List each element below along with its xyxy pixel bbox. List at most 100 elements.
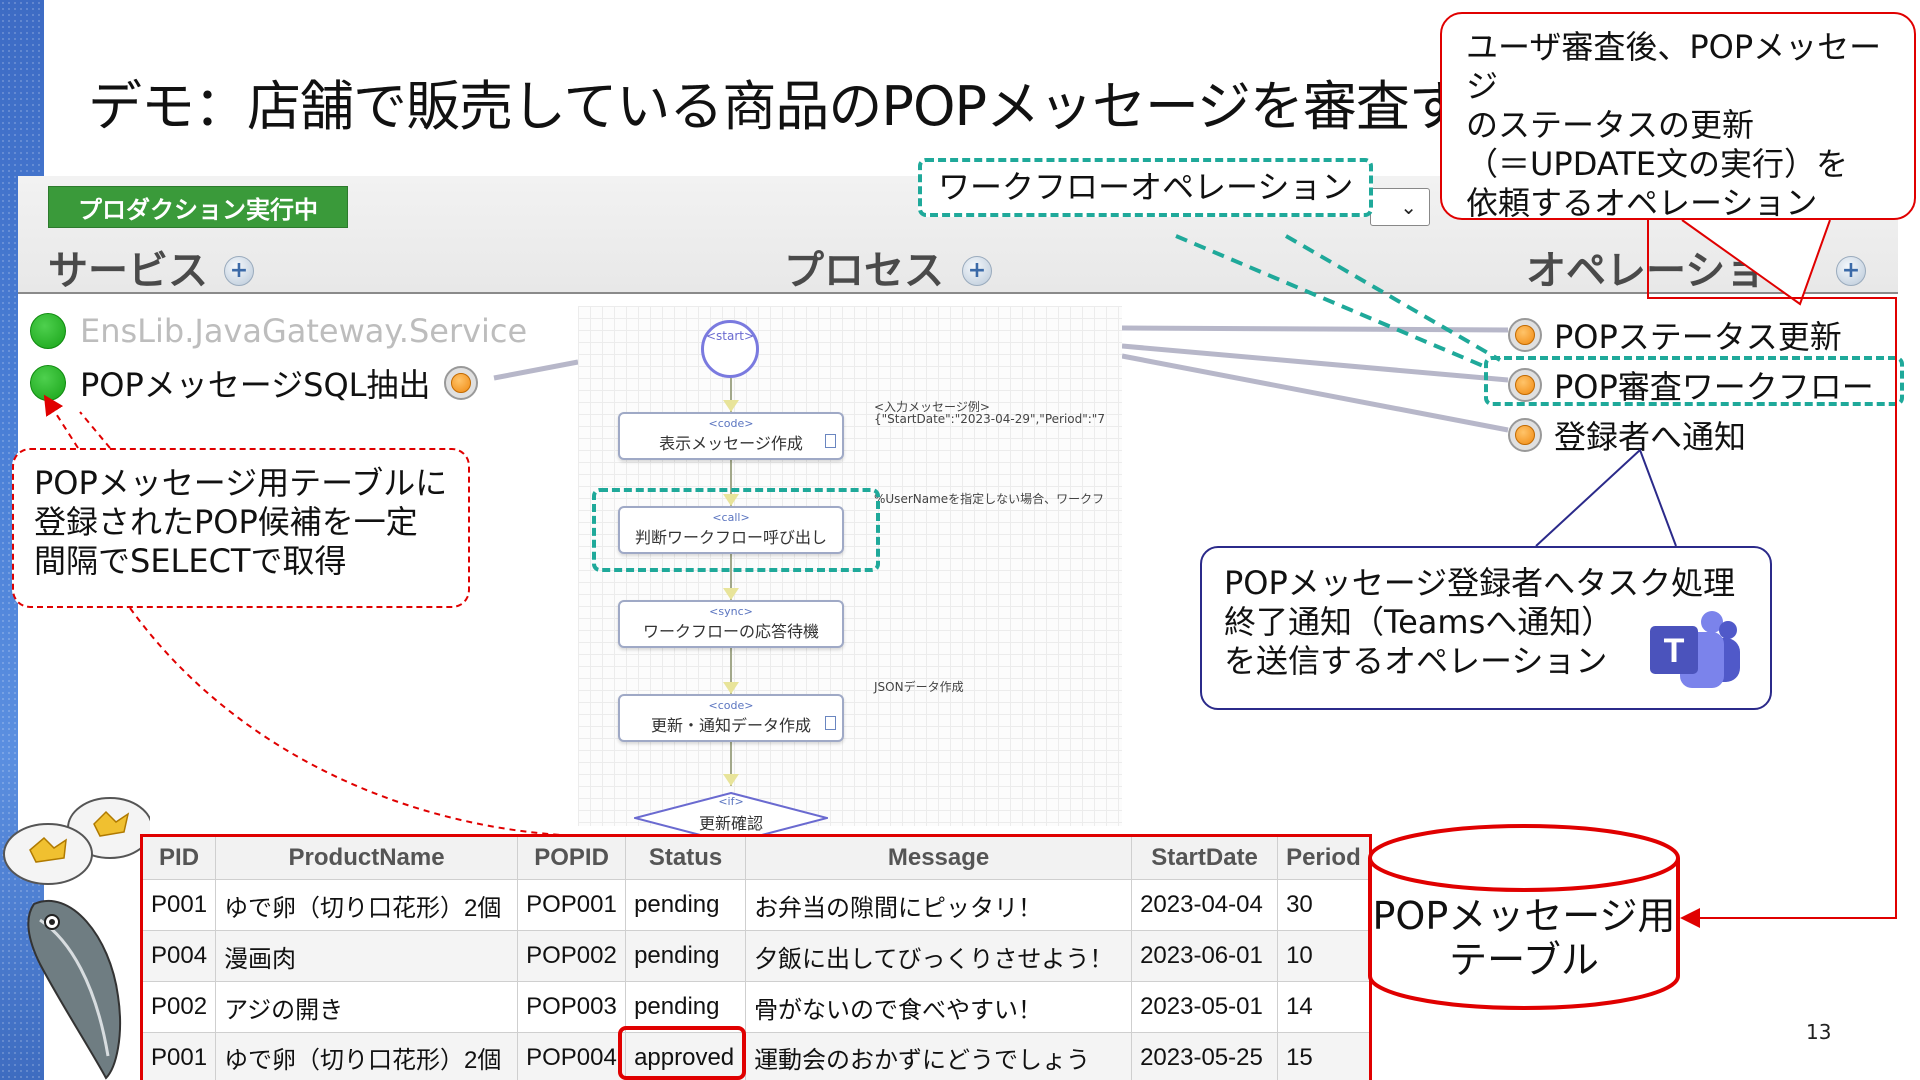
bpl-start-node[interactable]: <start>: [701, 320, 759, 378]
callout-line: 登録されたPOP候補を一定: [34, 503, 418, 541]
table-row: P001 ゆで卵（切り口花形）2個 POP001 pending お弁当の隙間に…: [140, 879, 1371, 931]
table-row: P004 漫画肉 POP002 pending 夕飯に出してびっくりさせよう！ …: [140, 930, 1371, 982]
callout-line: のステータスの更新: [1466, 106, 1755, 144]
document-icon: [825, 716, 836, 730]
workflow-operation-callout: ワークフローオペレーション: [918, 158, 1374, 217]
chevron-down-icon: ⌄: [1400, 195, 1417, 219]
callout-line: （＝UPDATE文の実行）を: [1466, 145, 1848, 183]
flow-arrow-icon: [723, 774, 739, 786]
service-label: EnsLib.JavaGateway.Service: [80, 312, 528, 350]
table-cell: P001: [140, 879, 217, 931]
table-cell: 2023-06-01: [1131, 930, 1279, 982]
callout-text: ワークフローオペレーション: [938, 168, 1354, 206]
callout-line: POPメッセージ登録者へタスク処理: [1224, 564, 1736, 602]
column-header: POPID: [517, 835, 627, 880]
table-cell: ゆで卵（切り口花形）2個: [215, 879, 519, 931]
table-cell: pending: [625, 981, 747, 1033]
service-item-pop-sql[interactable]: POPメッセージSQL抽出: [30, 360, 479, 406]
step-type: <if>: [718, 795, 744, 808]
service-label: POPメッセージSQL抽出: [80, 366, 431, 404]
step-type: <sync>: [709, 605, 753, 618]
add-process-button[interactable]: +: [962, 256, 992, 286]
service-item-javagateway[interactable]: EnsLib.JavaGateway.Service: [30, 312, 527, 350]
step-label: 表示メッセージ作成: [659, 434, 803, 453]
enabled-status-icon: [30, 365, 66, 401]
processes-column-title: プロセス: [784, 248, 944, 294]
document-icon: [825, 434, 836, 448]
operation-label: 登録者へ通知: [1554, 418, 1747, 456]
table-cell: POP001: [517, 879, 627, 931]
step-label: ワークフローの応答待機: [642, 622, 819, 641]
table-cell: 運動会のおかずにどうでしょう: [745, 1032, 1133, 1080]
table-cell: 10: [1277, 930, 1371, 982]
table-cell: P002: [140, 981, 217, 1033]
table-cell: 2023-04-04: [1131, 879, 1279, 931]
operations-column-title: オペレーショ: [1526, 248, 1766, 294]
database-label: POPメッセージ用 テーブル: [1366, 894, 1682, 982]
teams-logo-icon: T: [1646, 600, 1742, 696]
operation-label: POPステータス更新: [1554, 318, 1842, 356]
production-status-badge: プロダクション実行中: [48, 186, 348, 228]
operation-item-status-update[interactable]: POPステータス更新: [1508, 312, 1842, 358]
table-cell: pending: [625, 930, 747, 982]
database-table-cylinder: POPメッセージ用 テーブル: [1366, 822, 1682, 1012]
callout-line: 間隔でSELECTで取得: [34, 542, 347, 580]
bpl-step-code-update-notify[interactable]: <code> 更新・通知データ作成: [618, 694, 844, 742]
table-cell: POP003: [517, 981, 627, 1033]
step-label: 更新確認: [698, 814, 763, 833]
update-request-callout: ユーザ審査後、POPメッセージ のステータスの更新 （＝UPDATE文の実行）を…: [1440, 12, 1916, 222]
boiled-egg-illustration: [0, 770, 153, 1080]
column-header: Period: [1277, 835, 1371, 880]
table-cell: 14: [1277, 981, 1371, 1033]
operation-port-icon: [1508, 418, 1542, 452]
bpl-step-sync-wait[interactable]: <sync> ワークフローの応答待機: [618, 600, 844, 648]
category-select[interactable]: ⌄: [1370, 188, 1430, 226]
annotation-username: %UserNameを指定しない場合、ワークフ: [874, 492, 1105, 506]
column-header: Status: [625, 835, 747, 880]
callout-line: 依頼するオペレーション: [1466, 184, 1818, 222]
table-cell: 2023-05-25: [1131, 1032, 1279, 1080]
table-row: P002 アジの開き POP003 pending 骨がないので食べやすい！ 2…: [140, 981, 1371, 1033]
table-cell: 30: [1277, 879, 1371, 931]
column-header: StartDate: [1131, 835, 1279, 880]
bpl-step-code-display-message[interactable]: <code> 表示メッセージ作成: [618, 412, 844, 460]
table-cell: ゆで卵（切り口花形）2個: [215, 1032, 519, 1080]
service-connection-port-icon[interactable]: [444, 366, 479, 400]
table-cell: 15: [1277, 1032, 1371, 1080]
table-cell: アジの開き: [215, 981, 519, 1033]
add-operation-button[interactable]: +: [1836, 256, 1866, 286]
database-label-line: POPメッセージ用: [1372, 894, 1676, 938]
table-row: P001 ゆで卵（切り口花形）2個 POP004 approved 運動会のおか…: [140, 1032, 1371, 1080]
sql-select-callout: POPメッセージ用テーブルに 登録されたPOP候補を一定 間隔でSELECTで取…: [12, 448, 470, 608]
table-cell: POP004: [517, 1032, 627, 1080]
flow-arrow-icon: [723, 400, 739, 412]
page-number: 13: [1806, 1020, 1832, 1044]
table-cell: P004: [140, 930, 217, 982]
column-header: PID: [140, 835, 217, 880]
database-label-line: テーブル: [1449, 938, 1599, 982]
table-cell: 漫画肉: [215, 930, 519, 982]
step-label: 更新・通知データ作成: [650, 716, 811, 735]
table-cell: 夕飯に出してびっくりさせよう！: [745, 930, 1133, 982]
table-cell: 2023-05-01: [1131, 981, 1279, 1033]
call-step-highlight: [592, 488, 880, 572]
add-service-button[interactable]: +: [224, 256, 254, 286]
step-type: <code>: [708, 699, 754, 712]
operation-port-icon: [1508, 318, 1542, 352]
callout-line: POPメッセージ用テーブルに: [34, 464, 448, 502]
flow-arrow-icon: [723, 682, 739, 694]
svg-text:T: T: [1664, 632, 1685, 670]
callout-line: ユーザ審査後、POPメッセージ: [1466, 28, 1882, 105]
workflow-operation-highlight: [1484, 356, 1904, 406]
table-header-row: PID ProductName POPID Status Message Sta…: [140, 835, 1371, 880]
flow-arrow-icon: [723, 588, 739, 600]
slide-title: デモ：店舗で販売している商品のPOPメッセージを審査する: [88, 75, 1516, 138]
enabled-status-icon: [30, 313, 66, 349]
column-header: ProductName: [215, 835, 519, 880]
approved-status-highlight: [618, 1026, 746, 1080]
table-cell: お弁当の隙間にピッタリ！: [745, 879, 1133, 931]
operation-item-notify-registrant[interactable]: 登録者へ通知: [1508, 412, 1746, 458]
annotation-json-data: JSONデータ作成: [874, 680, 964, 694]
step-type: <code>: [708, 417, 754, 430]
annotation-input-example-json: {"StartDate":"2023-04-29","Period":"7: [874, 412, 1105, 426]
